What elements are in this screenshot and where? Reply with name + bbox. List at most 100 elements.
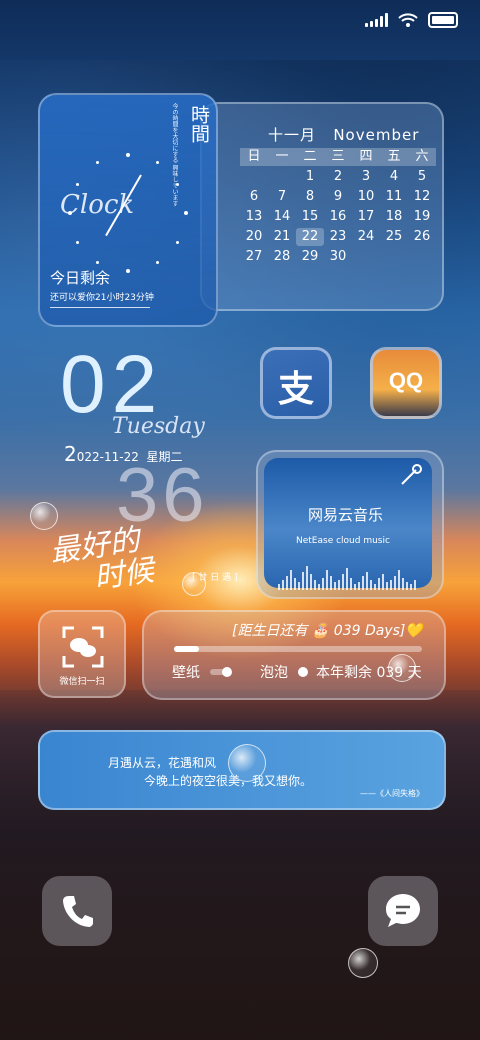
qq-app-icon[interactable]: QQ bbox=[370, 347, 442, 419]
quote-line1: 月遇从云，花遇和风 bbox=[108, 756, 217, 770]
calendar-day[interactable]: 9 bbox=[324, 188, 352, 206]
calendar-day[interactable]: 17 bbox=[352, 208, 380, 226]
calendar-day[interactable]: 6 bbox=[240, 188, 268, 206]
handwriting-text: 最好的 时候 bbox=[48, 523, 156, 600]
quote-widget[interactable]: 月遇从云，花遇和风 今晚上的夜空很美，我又想你。 ——《人间失格》 bbox=[38, 730, 446, 810]
waveform-bar bbox=[278, 584, 280, 590]
moon-icon bbox=[228, 744, 266, 782]
clock-widget[interactable]: 今の時間を大切にする 興味しています 時間 Clock 今日剩余 还可以爱你21… bbox=[38, 93, 218, 327]
bubble-decoration bbox=[348, 948, 378, 978]
wifi-icon bbox=[398, 13, 418, 27]
waveform-bar bbox=[346, 568, 348, 590]
clock-title: 時間 bbox=[188, 105, 210, 143]
calendar-day[interactable]: 8 bbox=[296, 188, 324, 206]
calendar-day[interactable]: 23 bbox=[324, 228, 352, 246]
waveform-bar bbox=[366, 572, 368, 590]
calendar-day[interactable]: 1 bbox=[296, 168, 324, 186]
wechat-scan-widget[interactable]: 微信扫一扫 bbox=[38, 610, 126, 698]
waveform-bar bbox=[294, 578, 296, 590]
weekday-header: 六 bbox=[408, 148, 436, 166]
wallpaper-toggle[interactable] bbox=[210, 667, 232, 677]
calendar-day[interactable]: 27 bbox=[240, 248, 268, 266]
waveform-bar bbox=[326, 570, 328, 590]
message-icon bbox=[386, 894, 420, 927]
calendar-day[interactable]: 16 bbox=[324, 208, 352, 226]
calendar-day[interactable]: 14 bbox=[268, 208, 296, 226]
waveform-bar bbox=[338, 580, 340, 590]
calendar-day[interactable]: 24 bbox=[352, 228, 380, 246]
alipay-app-icon[interactable]: 支 bbox=[260, 347, 332, 419]
music-cover: 网易云音乐 NetEase cloud music bbox=[264, 458, 432, 590]
phone-button[interactable] bbox=[42, 876, 112, 946]
wechat-scan-label: 微信扫一扫 bbox=[59, 677, 105, 687]
music-widget[interactable]: 网易云音乐 NetEase cloud music bbox=[256, 450, 444, 599]
waveform-bar bbox=[358, 582, 360, 590]
calendar-day[interactable]: 30 bbox=[324, 248, 352, 266]
messages-button[interactable] bbox=[368, 876, 438, 946]
wechat-scan-icon bbox=[62, 626, 104, 668]
calendar-day[interactable]: 4 bbox=[380, 168, 408, 186]
qq-label: QQ bbox=[388, 368, 424, 393]
calendar-widget[interactable]: 十一月 November 日一二三四五六 1 2 3 4 5 6 7 8 9 10 11 12 13 14 1… bbox=[200, 102, 444, 311]
waveform-bar bbox=[342, 574, 344, 590]
calendar-day[interactable]: 13 bbox=[240, 208, 268, 226]
waveform-bar bbox=[302, 572, 304, 590]
calendar-day[interactable]: 15 bbox=[296, 208, 324, 226]
calendar-day[interactable]: 20 bbox=[240, 228, 268, 246]
status-bar bbox=[365, 12, 458, 28]
calendar-day[interactable]: 21 bbox=[268, 228, 296, 246]
calendar-day[interactable]: 18 bbox=[380, 208, 408, 226]
waveform-bar bbox=[322, 578, 324, 590]
calendar-day[interactable]: 2 bbox=[324, 168, 352, 186]
bubble-decoration bbox=[182, 572, 206, 596]
waveform-bar bbox=[414, 580, 416, 590]
month-en: November bbox=[333, 126, 420, 144]
calendar-grid: 日一二三四五六 1 2 3 4 5 6 7 8 9 10 11 12 13 14 15 16 17 18 19 20 21… bbox=[240, 148, 436, 266]
divider bbox=[50, 307, 150, 308]
bubble-decoration bbox=[388, 654, 416, 682]
calendar-day bbox=[268, 168, 296, 186]
waveform-bar bbox=[362, 576, 364, 590]
birthday-countdown: [距生日还有 🎂 039 Days]💛 bbox=[232, 620, 423, 640]
signal-icon bbox=[365, 13, 388, 27]
countdown-row: 壁纸 泡泡 本年剩余 039 天 bbox=[172, 662, 422, 682]
waveform-bar bbox=[282, 580, 284, 590]
waveform-bar bbox=[410, 584, 412, 590]
today-label: 今日剩余 bbox=[50, 269, 111, 287]
calendar-day[interactable]: 11 bbox=[380, 188, 408, 206]
battery-icon bbox=[428, 12, 458, 28]
calendar-month: 十一月 November bbox=[268, 124, 419, 145]
music-title: 网易云音乐 bbox=[308, 506, 384, 524]
waveform-bar bbox=[398, 570, 400, 590]
calendar-day[interactable]: 19 bbox=[408, 208, 436, 226]
weekday-header: 日 bbox=[240, 148, 268, 166]
alipay-label: 支 bbox=[277, 369, 314, 410]
progress-fill bbox=[174, 646, 199, 652]
waveform-bar bbox=[298, 582, 300, 590]
calendar-day[interactable]: 22 bbox=[296, 228, 324, 246]
calendar-day[interactable]: 29 bbox=[296, 248, 324, 266]
month-cn: 十一月 bbox=[268, 126, 317, 144]
quote-source: ——《人间失格》 bbox=[360, 789, 424, 798]
calendar-day[interactable]: 10 bbox=[352, 188, 380, 206]
waveform-bar bbox=[394, 576, 396, 590]
waveform-bar bbox=[402, 578, 404, 590]
bubble-toggle[interactable] bbox=[298, 667, 308, 677]
calendar-day[interactable]: 12 bbox=[408, 188, 436, 206]
waveform-bar bbox=[406, 582, 408, 590]
weekday-header: 一 bbox=[268, 148, 296, 166]
calendar-day[interactable]: 25 bbox=[380, 228, 408, 246]
waveform-bar bbox=[318, 584, 320, 590]
calendar-day[interactable]: 5 bbox=[408, 168, 436, 186]
waveform-bar bbox=[386, 582, 388, 590]
waveform-bar bbox=[374, 584, 376, 590]
calendar-day[interactable]: 7 bbox=[268, 188, 296, 206]
date-lead: 2 bbox=[64, 442, 77, 466]
quote-line2: 今晚上的夜空很美，我又想你。 bbox=[144, 774, 313, 788]
calendar-day[interactable]: 3 bbox=[352, 168, 380, 186]
calendar-day[interactable]: 26 bbox=[408, 228, 436, 246]
waveform-bar bbox=[354, 584, 356, 590]
bubble-decoration bbox=[30, 502, 58, 530]
waveform-bar bbox=[334, 582, 336, 590]
calendar-day[interactable]: 28 bbox=[268, 248, 296, 266]
